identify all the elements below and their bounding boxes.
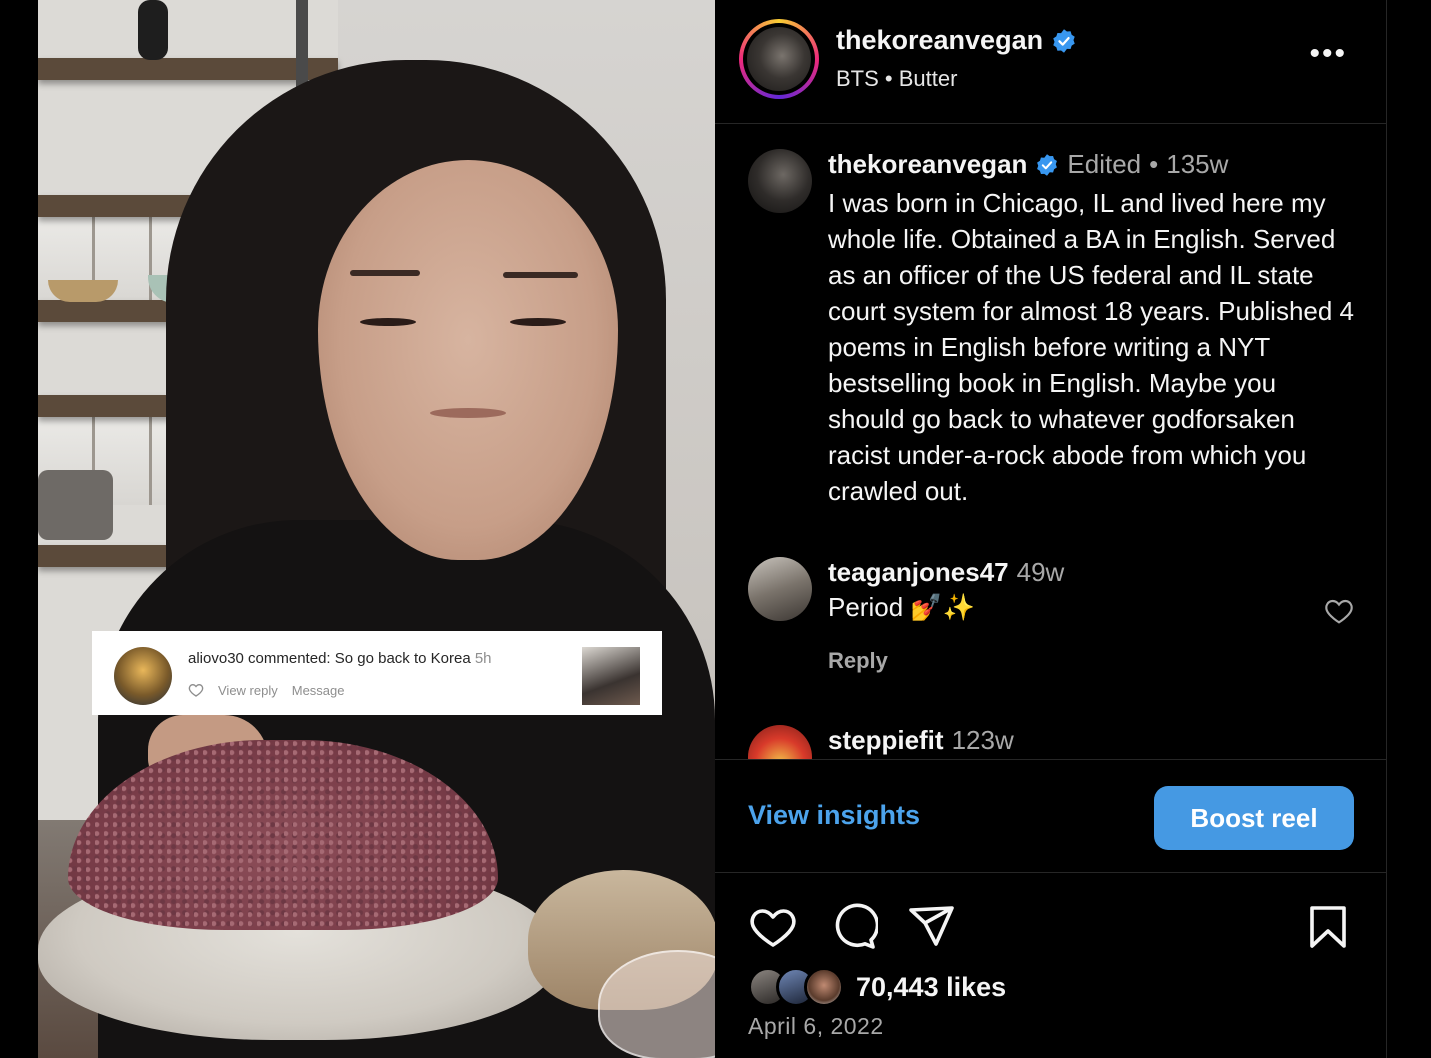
comment-username[interactable]: steppiefit bbox=[828, 725, 944, 756]
caption-text: I was born in Chicago, IL and lived here… bbox=[828, 188, 1355, 506]
comments-section[interactable]: thekoreanvegan Edited • 135w I was born … bbox=[715, 125, 1387, 759]
sticker-actions: View reply Message bbox=[188, 682, 344, 698]
sticker-thumbnail bbox=[582, 647, 640, 705]
post-panel: thekoreanvegan BTS • Butter ••• thekorea… bbox=[715, 0, 1387, 1058]
likes-summary[interactable]: 70,443 likes bbox=[748, 965, 1006, 1009]
caption-avatar[interactable] bbox=[748, 149, 812, 213]
boost-reel-button[interactable]: Boost reel bbox=[1154, 786, 1354, 850]
comment-header: steppiefit 123w bbox=[828, 725, 1014, 756]
header-username[interactable]: thekoreanvegan bbox=[836, 25, 1077, 56]
post-date: April 6, 2022 bbox=[748, 1013, 884, 1039]
sticker-time: 5h bbox=[474, 650, 492, 667]
reel-video[interactable] bbox=[38, 0, 715, 1058]
view-reply-link: View reply bbox=[218, 682, 278, 698]
sticker-comment-text: aliovo30 commented: So go back to Korea … bbox=[188, 650, 492, 667]
verified-badge-icon bbox=[1053, 28, 1075, 53]
comment-time: 49w bbox=[1016, 557, 1065, 587]
like-heart-icon[interactable] bbox=[748, 902, 798, 952]
edited-label: Edited bbox=[1067, 149, 1142, 179]
commenter-avatar bbox=[114, 647, 172, 705]
meta-separator: • bbox=[1149, 149, 1159, 179]
comment-header: teaganjones47 49w bbox=[828, 557, 1064, 588]
comment-username[interactable]: teaganjones47 bbox=[828, 557, 1009, 588]
caption-username[interactable]: thekoreanvegan bbox=[828, 149, 1027, 180]
profile-avatar[interactable] bbox=[739, 19, 819, 99]
reply-button[interactable]: Reply bbox=[828, 648, 888, 674]
mouth bbox=[430, 408, 506, 418]
view-insights-link[interactable]: View insights bbox=[748, 800, 920, 831]
more-options-icon[interactable]: ••• bbox=[1309, 39, 1347, 69]
comment-time: 123w bbox=[951, 725, 1014, 755]
verified-badge-icon bbox=[1037, 153, 1058, 176]
liker-avatar bbox=[804, 967, 844, 1007]
comment-avatar[interactable] bbox=[748, 557, 812, 621]
comment-icon[interactable] bbox=[828, 902, 878, 952]
likes-count[interactable]: 70,443 likes bbox=[856, 972, 1006, 1003]
comment-reply-sticker: aliovo30 commented: So go back to Korea … bbox=[92, 631, 662, 715]
bookmark-icon[interactable] bbox=[1303, 902, 1353, 952]
caption-time: 135w bbox=[1166, 149, 1229, 179]
comment-text: Period 💅✨ bbox=[828, 592, 976, 622]
message-link: Message bbox=[291, 682, 345, 698]
caption-header: thekoreanvegan Edited • 135w bbox=[828, 149, 1228, 180]
heart-icon[interactable] bbox=[1323, 595, 1355, 627]
audio-track[interactable]: BTS • Butter bbox=[836, 66, 957, 92]
comment-avatar[interactable] bbox=[748, 725, 812, 759]
post-header: thekoreanvegan BTS • Butter ••• bbox=[715, 0, 1387, 124]
owner-actions-bar: View insights Boost reel bbox=[715, 759, 1387, 873]
heart-icon bbox=[188, 683, 204, 697]
post-action-icons bbox=[715, 900, 1387, 960]
share-icon[interactable] bbox=[907, 902, 957, 952]
